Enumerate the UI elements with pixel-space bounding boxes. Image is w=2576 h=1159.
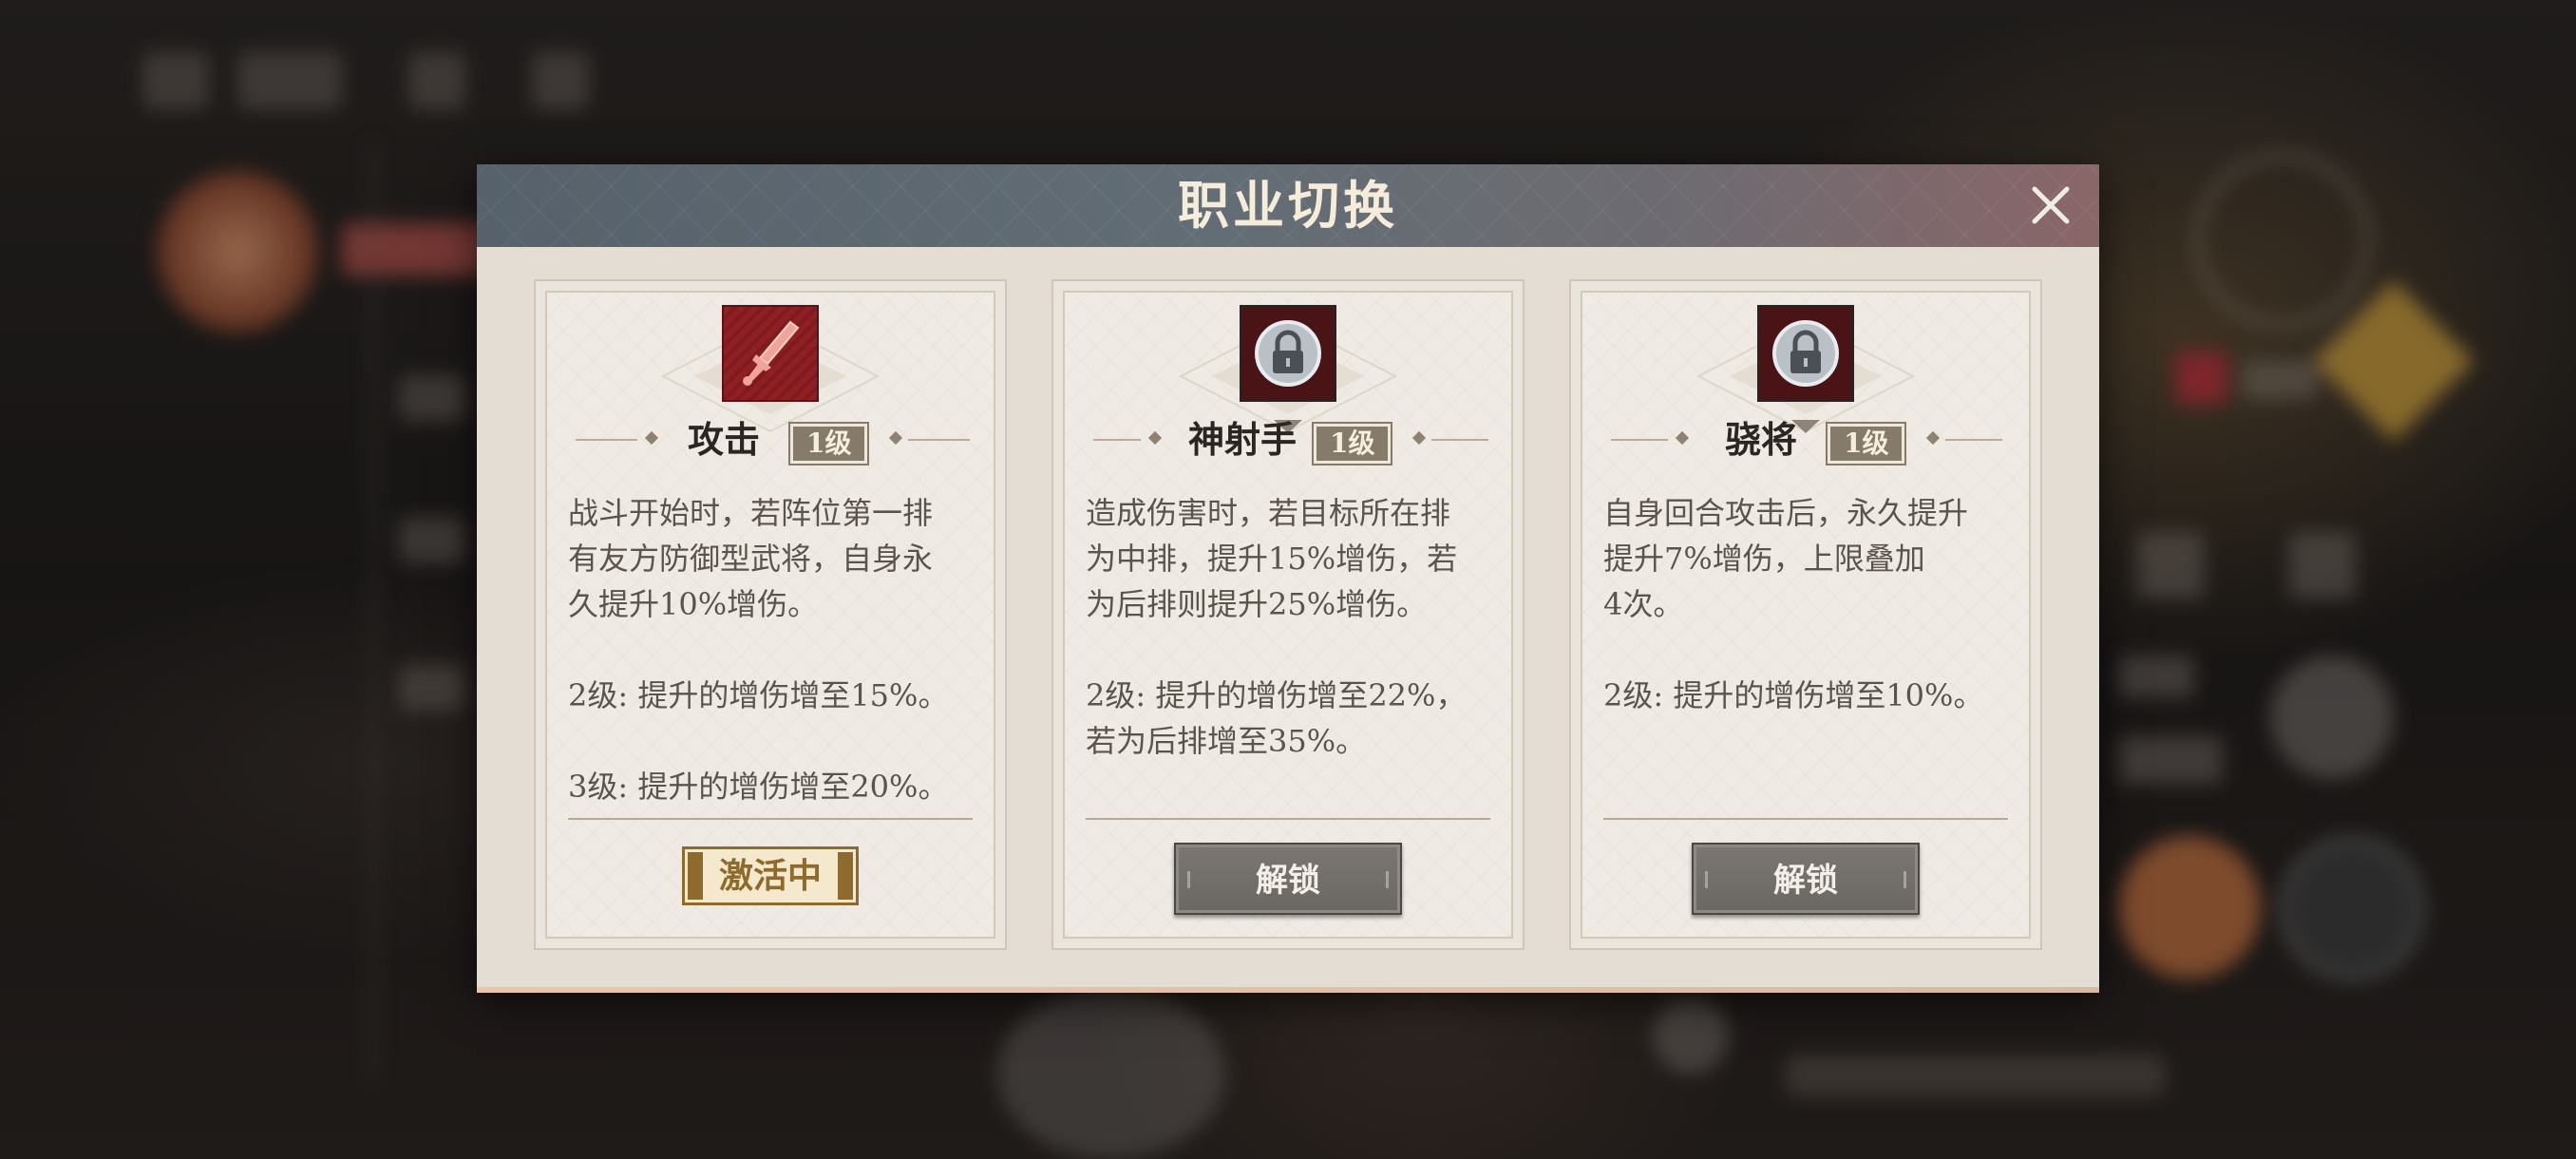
lock-icon <box>1757 305 1854 402</box>
close-button[interactable] <box>2027 181 2074 229</box>
class-description: 战斗开始时，若阵位第一排 有友方防御型武将，自身永 久提升10%增伤。 2级: … <box>568 495 949 805</box>
class-title-row: 神射手 1级 <box>1065 416 1511 466</box>
class-name: 骁将 <box>1725 418 1798 461</box>
card-divider <box>568 818 973 820</box>
class-card-valiant-general[interactable]: 骁将 1级 自身回合攻击后，永久提升 提升7%增伤，上限叠加 4次。 2级: 提… <box>1569 279 2042 950</box>
class-card-marksman[interactable]: 神射手 1级 造成伤害时，若目标所在排 为中排，提升15%增伤，若 为后排则提升… <box>1051 279 1525 950</box>
class-description: 造成伤害时，若目标所在排 为中排，提升15%增伤，若 为后排则提升25%增伤。 … <box>1086 495 1467 759</box>
class-name: 攻击 <box>688 418 761 461</box>
sword-icon <box>722 305 819 402</box>
card-body: 神射手 1级 造成伤害时，若目标所在排 为中排，提升15%增伤，若 为后排则提升… <box>1063 291 1513 939</box>
class-title-row: 骁将 1级 <box>1582 416 2029 466</box>
class-name: 神射手 <box>1188 418 1297 461</box>
level-badge: 1级 <box>1311 422 1393 466</box>
active-status-badge: 激活中 <box>682 846 859 905</box>
class-switch-dialog: 职业切换 攻击 1级 战斗开始时，若阵位第一排 有友方防御型武将，自身永 久提升… <box>477 164 2099 993</box>
dialog-title: 职业切换 <box>1178 175 1398 236</box>
close-icon <box>2032 186 2070 224</box>
card-divider <box>1603 818 2008 820</box>
unlock-button[interactable]: 解锁 <box>1174 843 1402 915</box>
dialog-header: 职业切换 <box>477 164 2099 247</box>
status-label: 激活中 <box>718 856 822 896</box>
class-card-attack[interactable]: 攻击 1级 战斗开始时，若阵位第一排 有友方防御型武将，自身永 久提升10%增伤… <box>534 279 1007 950</box>
level-badge: 1级 <box>787 422 870 466</box>
card-body: 攻击 1级 战斗开始时，若阵位第一排 有友方防御型武将，自身永 久提升10%增伤… <box>545 291 995 939</box>
lock-icon <box>1240 305 1336 402</box>
card-body: 骁将 1级 自身回合攻击后，永久提升 提升7%增伤，上限叠加 4次。 2级: 提… <box>1581 291 2031 939</box>
dialog-bottom-accent <box>477 987 2099 993</box>
class-description: 自身回合攻击后，永久提升 提升7%增伤，上限叠加 4次。 2级: 提升的增伤增至… <box>1603 495 1984 713</box>
level-badge: 1级 <box>1825 422 1907 466</box>
unlock-button[interactable]: 解锁 <box>1692 843 1920 915</box>
card-divider <box>1086 818 1490 820</box>
class-title-row: 攻击 1级 <box>547 416 994 466</box>
